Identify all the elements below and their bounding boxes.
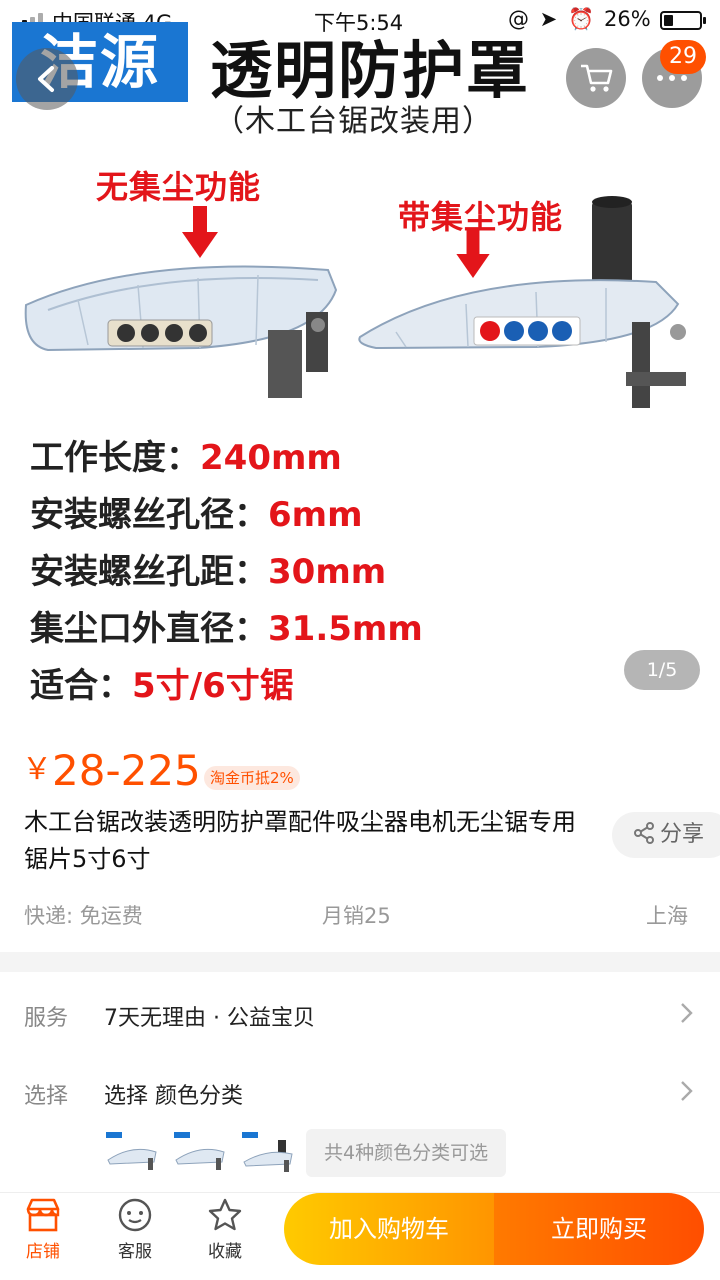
image-subtitle: （木工台锯改装用） <box>214 104 493 139</box>
share-button[interactable]: 分享 <box>612 812 720 858</box>
guard-with-dust-photo <box>358 196 686 408</box>
favorite-label: 收藏 <box>208 1242 242 1262</box>
sku-thumbnail[interactable] <box>104 1130 162 1176</box>
product-title: 木工台锯改装透明防护罩配件吸尘器电机无尘锯专用锯片5寸6寸 <box>24 808 576 873</box>
customer-service-label: 客服 <box>118 1242 152 1262</box>
sku-thumbnail[interactable] <box>172 1130 230 1176</box>
add-to-cart-button[interactable]: 加入购物车 <box>284 1193 494 1265</box>
share-label: 分享 <box>660 822 705 847</box>
spec-list: 工作长度：240mm 安装螺丝孔径：6mm 安装螺丝孔距：30mm 集尘口外直径… <box>30 430 423 715</box>
message-count-badge: 29 <box>660 40 706 74</box>
store-icon <box>26 1198 60 1232</box>
service-row[interactable]: 服务 7天无理由 · 公益宝贝 <box>0 978 720 1048</box>
service-and-options: 服务 7天无理由 · 公益宝贝 选择 选择 颜色分类 共4种颜色分类可选 <box>0 972 720 1192</box>
product-info: ￥28-225 淘金币抵2% 木工台锯改装透明防护罩配件吸尘器电机无尘锯专用锯片… <box>0 730 720 952</box>
select-value: 选择 颜色分类 <box>104 1084 243 1109</box>
label-without-dust: 无集尘功能 <box>96 168 262 206</box>
spec-row: 适合：5寸/6寸锯 <box>30 666 294 706</box>
service-value: 7天无理由 · 公益宝贝 <box>104 1006 315 1031</box>
price: ￥28-225 <box>22 744 201 795</box>
shipping-info: 快递: 免运费 <box>24 904 143 928</box>
star-icon <box>208 1198 242 1231</box>
select-label: 选择 <box>24 1084 69 1109</box>
coin-discount-tag: 淘金币抵2% <box>204 766 300 790</box>
customer-service-icon <box>118 1198 152 1232</box>
sku-thumbnail[interactable] <box>240 1130 298 1176</box>
service-label: 服务 <box>24 1006 69 1031</box>
sku-count-hint[interactable]: 共4种颜色分类可选 <box>306 1129 507 1177</box>
spec-row: 工作长度：240mm <box>30 438 342 478</box>
chevron-right-icon <box>681 1081 693 1101</box>
chevron-left-icon <box>38 66 54 92</box>
battery-percent: 26% <box>604 7 651 31</box>
guard-without-dust-photo <box>24 265 338 398</box>
store-label: 店铺 <box>26 1242 60 1262</box>
select-options-row[interactable]: 选择 选择 颜色分类 <box>0 1056 720 1126</box>
cart-button[interactable] <box>566 48 626 108</box>
spec-row: 安装螺丝孔径：6mm <box>30 495 363 535</box>
customer-service-button[interactable]: 客服 <box>100 1197 170 1277</box>
store-button[interactable]: 店铺 <box>8 1197 78 1277</box>
price-value: 28-225 <box>52 746 201 795</box>
cart-icon <box>581 64 613 92</box>
spec-row: 安装螺丝孔距：30mm <box>30 552 387 592</box>
monthly-sales: 月销25 <box>322 904 391 928</box>
back-button[interactable] <box>16 48 78 110</box>
favorite-button[interactable]: 收藏 <box>190 1197 260 1277</box>
currency-symbol: ￥ <box>22 752 52 787</box>
ship-from-location: 上海 <box>646 904 688 928</box>
chevron-right-icon <box>681 1003 693 1023</box>
image-pager: 1/5 <box>624 650 700 690</box>
more-dots-icon <box>657 75 687 81</box>
spec-row: 集尘口外直径：31.5mm <box>30 609 423 649</box>
product-image-gallery[interactable]: 中国联通 4G 下午5:54 @ ➤ ⏰ 26% 洁源 透明防护罩 （木工台锯改… <box>0 0 720 730</box>
buy-now-button[interactable]: 立即购买 <box>494 1193 704 1265</box>
share-icon <box>634 822 654 844</box>
bottom-action-bar: 店铺 客服 收藏 加入购物车 立即购买 <box>0 1192 720 1280</box>
battery-icon <box>660 11 706 30</box>
